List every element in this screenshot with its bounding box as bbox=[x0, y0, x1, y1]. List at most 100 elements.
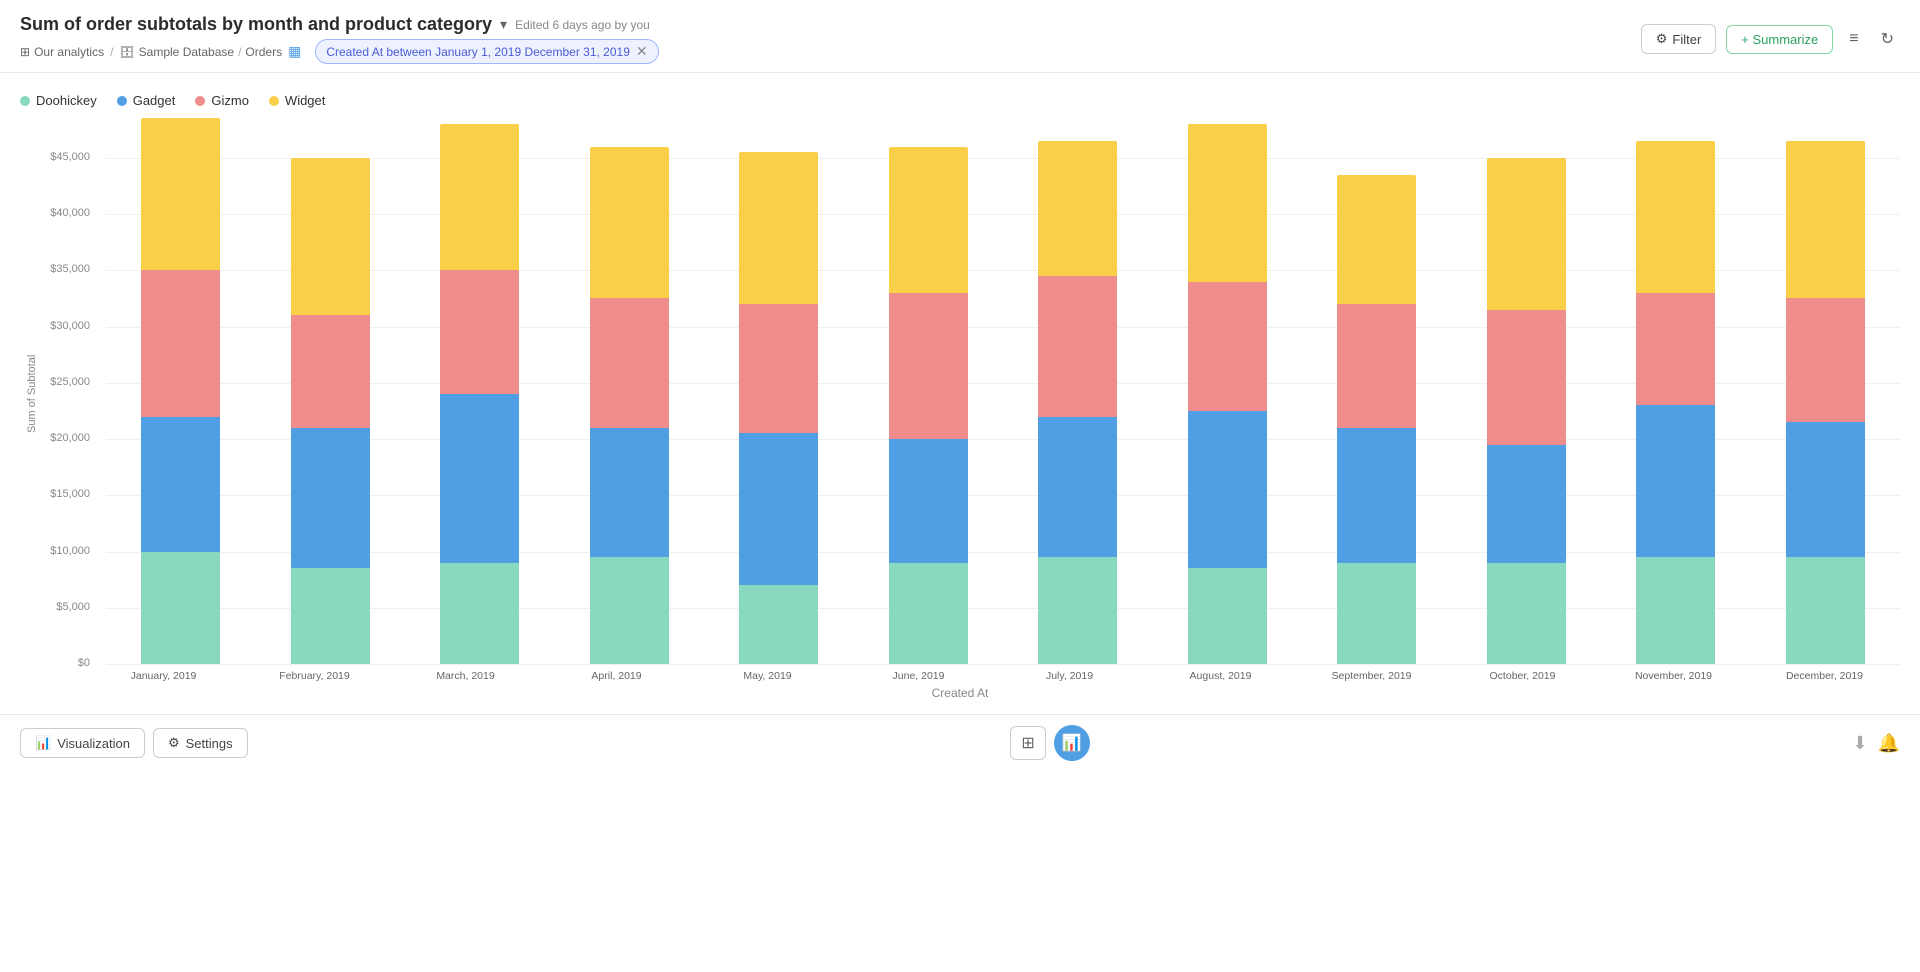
legend-label-widget: Widget bbox=[285, 93, 325, 108]
bar-segment-gadget-11[interactable] bbox=[1786, 422, 1865, 557]
x-label-6: July, 2019 bbox=[1005, 670, 1135, 682]
bar-segment-doohickey-6[interactable] bbox=[1038, 557, 1117, 664]
bar-segment-gadget-6[interactable] bbox=[1038, 417, 1117, 558]
bar-group-5[interactable] bbox=[873, 147, 983, 665]
bar-group-8[interactable] bbox=[1322, 175, 1432, 664]
bar-group-1[interactable] bbox=[275, 158, 385, 664]
settings-button[interactable]: ⚙ Settings bbox=[153, 728, 248, 758]
bar-segment-gizmo-7[interactable] bbox=[1188, 282, 1267, 411]
legend-dot-gizmo bbox=[195, 96, 205, 106]
bar-segment-widget-6[interactable] bbox=[1038, 141, 1117, 276]
visualization-button[interactable]: 📊 Visualization bbox=[20, 728, 145, 758]
db-icon: 🗄 bbox=[119, 45, 134, 59]
bar-segment-doohickey-7[interactable] bbox=[1188, 568, 1267, 664]
bar-segment-gadget-5[interactable] bbox=[889, 439, 968, 563]
bar-group-0[interactable] bbox=[126, 118, 236, 664]
bar-segment-gizmo-0[interactable] bbox=[141, 270, 220, 416]
bar-segment-gizmo-10[interactable] bbox=[1636, 293, 1715, 406]
bar-segment-doohickey-8[interactable] bbox=[1337, 563, 1416, 664]
filter-tag[interactable]: Created At between January 1, 2019 Decem… bbox=[315, 39, 658, 64]
bar-segment-widget-8[interactable] bbox=[1337, 175, 1416, 304]
x-label-10: November, 2019 bbox=[1609, 670, 1739, 682]
legend-item-doohickey[interactable]: Doohickey bbox=[20, 93, 97, 108]
bar-segment-doohickey-10[interactable] bbox=[1636, 557, 1715, 664]
chart-view-button[interactable]: 📊 bbox=[1054, 725, 1090, 761]
filter-button[interactable]: ⚙ Filter bbox=[1641, 24, 1717, 54]
settings-icon: ⚙ bbox=[168, 735, 180, 751]
bar-segment-doohickey-4[interactable] bbox=[739, 585, 818, 664]
bar-group-10[interactable] bbox=[1621, 141, 1731, 664]
summarize-button-label: + Summarize bbox=[1741, 32, 1818, 47]
bar-segment-doohickey-9[interactable] bbox=[1487, 563, 1566, 664]
bar-segment-gadget-0[interactable] bbox=[141, 417, 220, 552]
bar-segment-gizmo-6[interactable] bbox=[1038, 276, 1117, 417]
bar-group-9[interactable] bbox=[1471, 158, 1581, 664]
bar-segment-gadget-10[interactable] bbox=[1636, 405, 1715, 557]
filter-tag-close-icon[interactable]: ✕ bbox=[636, 43, 648, 60]
bar-segment-gadget-8[interactable] bbox=[1337, 428, 1416, 563]
breadcrumb-analytics-label: Our analytics bbox=[34, 45, 104, 59]
title-chevron-icon[interactable]: ▾ bbox=[500, 16, 507, 33]
bar-segment-gadget-3[interactable] bbox=[590, 428, 669, 557]
bar-group-4[interactable] bbox=[724, 152, 834, 664]
bar-segment-widget-10[interactable] bbox=[1636, 141, 1715, 293]
toolbar: ⚙ Filter + Summarize ≡ ↻ bbox=[1641, 23, 1900, 55]
bar-group-11[interactable] bbox=[1770, 141, 1880, 664]
y-tick-5000: $5,000 bbox=[38, 601, 98, 613]
breadcrumb-database[interactable]: 🗄 Sample Database / Orders bbox=[119, 45, 282, 59]
bar-segment-doohickey-11[interactable] bbox=[1786, 557, 1865, 664]
bar-segment-gizmo-1[interactable] bbox=[291, 315, 370, 428]
bar-group-7[interactable] bbox=[1172, 124, 1282, 664]
legend-label-doohickey: Doohickey bbox=[36, 93, 97, 108]
bar-segment-gizmo-3[interactable] bbox=[590, 298, 669, 427]
download-icon-button[interactable]: ⬇ bbox=[1852, 733, 1867, 754]
sort-icon-button[interactable]: ≡ bbox=[1843, 24, 1864, 54]
bar-segment-gizmo-8[interactable] bbox=[1337, 304, 1416, 428]
bar-segment-gizmo-2[interactable] bbox=[440, 270, 519, 394]
bar-segment-gizmo-11[interactable] bbox=[1786, 298, 1865, 422]
notification-icon-button[interactable]: 🔔 bbox=[1878, 733, 1900, 754]
edited-text: Edited 6 days ago by you bbox=[515, 18, 650, 32]
bar-segment-gizmo-4[interactable] bbox=[739, 304, 818, 433]
bar-segment-widget-3[interactable] bbox=[590, 147, 669, 299]
legend-item-gizmo[interactable]: Gizmo bbox=[195, 93, 249, 108]
legend-item-widget[interactable]: Widget bbox=[269, 93, 325, 108]
bar-segment-doohickey-5[interactable] bbox=[889, 563, 968, 664]
bar-segment-gadget-4[interactable] bbox=[739, 433, 818, 585]
bar-segment-gizmo-9[interactable] bbox=[1487, 310, 1566, 445]
bar-segment-gadget-2[interactable] bbox=[440, 394, 519, 563]
x-label-11: December, 2019 bbox=[1760, 670, 1890, 682]
y-tick-45000: $45,000 bbox=[38, 151, 98, 163]
bar-segment-gadget-7[interactable] bbox=[1188, 411, 1267, 569]
legend-item-gadget[interactable]: Gadget bbox=[117, 93, 176, 108]
x-label-5: June, 2019 bbox=[854, 670, 984, 682]
bar-group-3[interactable] bbox=[574, 147, 684, 665]
bar-segment-widget-9[interactable] bbox=[1487, 158, 1566, 310]
breadcrumb-analytics[interactable]: ⊞ Our analytics bbox=[20, 45, 104, 59]
bar-segment-gadget-1[interactable] bbox=[291, 428, 370, 569]
bar-segment-doohickey-3[interactable] bbox=[590, 557, 669, 664]
x-label-2: March, 2019 bbox=[401, 670, 531, 682]
table-view-button[interactable]: ⊞ bbox=[1010, 726, 1045, 760]
x-label-0: January, 2019 bbox=[99, 670, 229, 682]
bar-segment-doohickey-0[interactable] bbox=[141, 552, 220, 665]
bar-segment-widget-4[interactable] bbox=[739, 152, 818, 304]
bar-group-2[interactable] bbox=[425, 124, 535, 664]
bar-segment-widget-11[interactable] bbox=[1786, 141, 1865, 299]
breadcrumb-sep2: / bbox=[238, 45, 241, 59]
bar-segment-doohickey-2[interactable] bbox=[440, 563, 519, 664]
bar-segment-gizmo-5[interactable] bbox=[889, 293, 968, 439]
bar-segment-widget-7[interactable] bbox=[1188, 124, 1267, 282]
chart-title: Sum of order subtotals by month and prod… bbox=[20, 14, 492, 35]
bar-segment-widget-5[interactable] bbox=[889, 147, 968, 293]
bar-segment-widget-0[interactable] bbox=[141, 118, 220, 270]
legend-dot-gadget bbox=[117, 96, 127, 106]
bar-segment-widget-1[interactable] bbox=[291, 158, 370, 316]
summarize-button[interactable]: + Summarize bbox=[1726, 25, 1833, 54]
filter-tag-text: Created At between January 1, 2019 Decem… bbox=[326, 45, 630, 59]
bar-segment-gadget-9[interactable] bbox=[1487, 445, 1566, 563]
refresh-icon-button[interactable]: ↻ bbox=[1875, 23, 1900, 55]
bar-segment-doohickey-1[interactable] bbox=[291, 568, 370, 664]
bar-segment-widget-2[interactable] bbox=[440, 124, 519, 270]
bar-group-6[interactable] bbox=[1023, 141, 1133, 664]
